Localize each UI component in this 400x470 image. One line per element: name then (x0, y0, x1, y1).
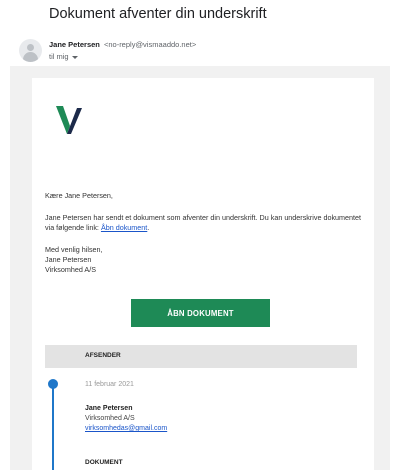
logo-navy-stroke (67, 108, 82, 134)
closing-name: Jane Petersen (45, 255, 92, 264)
logo-green-stroke (56, 106, 70, 134)
body-paragraph: Jane Petersen har sendt et dokument som … (45, 213, 363, 233)
signature-block: Med venlig hilsen, Jane Petersen Virksom… (45, 245, 103, 275)
avatar-body (23, 52, 38, 62)
avatar-head (27, 44, 34, 51)
sender-name[interactable]: Jane Petersen (49, 40, 100, 49)
sent-date: 11 februar 2021 (85, 381, 134, 388)
sender-section-header: AFSENDER (45, 345, 357, 368)
body-text: Jane Petersen har sendt et dokument som … (45, 213, 362, 232)
recipient-label: til mig (49, 52, 69, 61)
open-document-button[interactable]: ÅBN DOKUMENT (131, 299, 270, 327)
sender-email: <no-reply@vismaaddo.net> (103, 40, 197, 49)
brand-logo (56, 106, 82, 134)
timeline-dot (48, 379, 58, 389)
sender-section-email[interactable]: virksomhedas@gmail.com (85, 425, 167, 432)
sender-section-email-link[interactable]: virksomhedas@gmail.com (85, 425, 167, 432)
open-document-button-label: ÅBN DOKUMENT (167, 308, 234, 318)
document-section-label: DOKUMENT (85, 459, 123, 466)
email-subject: Dokument afventer din underskrift (49, 6, 267, 22)
sender-section-name: Jane Petersen (85, 405, 133, 412)
greeting: Kære Jane Petersen, (45, 191, 113, 200)
open-document-link[interactable]: Åbn dokument (101, 223, 147, 232)
closing: Med venlig hilsen, (45, 245, 103, 254)
timeline-line (52, 384, 54, 470)
sender-section-label: AFSENDER (85, 352, 121, 359)
sender-avatar (19, 39, 42, 62)
sender-section-company: Virksomhed A/S (85, 415, 135, 422)
body-end: . (147, 223, 150, 232)
recipient-dropdown[interactable]: til mig (49, 52, 78, 61)
closing-company: Virksomhed A/S (45, 265, 97, 274)
sender-info: Jane Petersen <no-reply@vismaaddo.net> (49, 40, 196, 49)
chevron-down-icon[interactable] (71, 55, 78, 59)
